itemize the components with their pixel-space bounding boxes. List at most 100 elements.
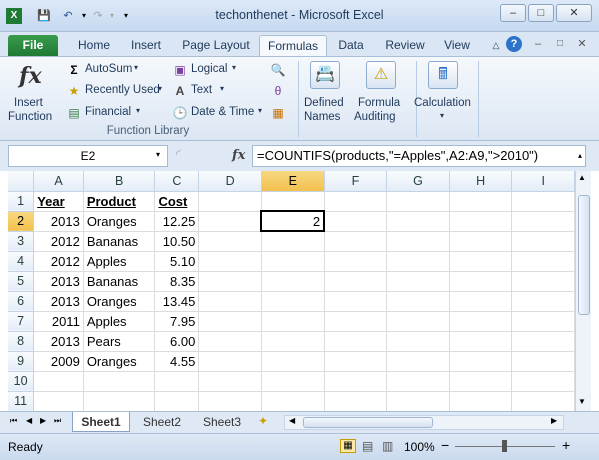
cell-i5[interactable]: [511, 271, 575, 292]
cell-e3[interactable]: [261, 231, 325, 252]
logical-button[interactable]: Logical: [191, 63, 227, 75]
financial-button[interactable]: Financial: [85, 106, 131, 118]
cell-d3[interactable]: [198, 231, 262, 252]
cell-d1[interactable]: [198, 191, 262, 212]
cell-b5[interactable]: Bananas: [83, 271, 156, 292]
cell-d10[interactable]: [198, 371, 262, 392]
zoom-out-button[interactable]: −: [441, 437, 449, 453]
cell-h4[interactable]: [449, 251, 513, 272]
column-header-e[interactable]: E: [261, 171, 325, 192]
row-header[interactable]: 10: [8, 371, 35, 392]
first-sheet-icon[interactable]: ⏮: [10, 416, 17, 426]
cell-f8[interactable]: [324, 331, 388, 352]
cell-d6[interactable]: [198, 291, 262, 312]
cell-d4[interactable]: [198, 251, 262, 272]
cell-h6[interactable]: [449, 291, 513, 312]
cell-c11[interactable]: [154, 391, 200, 411]
sheet-tab-sheet2[interactable]: Sheet2: [134, 412, 190, 432]
cell-c4[interactable]: 5.10: [154, 251, 200, 272]
cell-g11[interactable]: [386, 391, 450, 411]
cell-h10[interactable]: [449, 371, 513, 392]
zoom-level[interactable]: 100%: [404, 440, 435, 454]
cell-h11[interactable]: [449, 391, 513, 411]
column-header-b[interactable]: B: [83, 171, 156, 192]
tab-formulas[interactable]: Formulas: [259, 35, 327, 56]
tab-insert[interactable]: Insert: [122, 35, 170, 56]
column-header-d[interactable]: D: [198, 171, 262, 192]
scroll-down-icon[interactable]: ▼: [578, 397, 586, 406]
insert-function-button[interactable]: fx Insert Function: [6, 59, 56, 125]
cell-h7[interactable]: [449, 311, 513, 332]
cell-b11[interactable]: [83, 391, 156, 411]
insert-sheet-icon[interactable]: ✦: [258, 414, 268, 428]
cell-d8[interactable]: [198, 331, 262, 352]
cell-e1[interactable]: [261, 191, 325, 212]
cell-e4[interactable]: [261, 251, 325, 272]
row-header[interactable]: 3: [8, 231, 35, 252]
cell-f4[interactable]: [324, 251, 388, 272]
ribbon-close-icon[interactable]: ✕: [574, 36, 590, 52]
cell-a5[interactable]: 2013: [33, 271, 84, 292]
normal-view-icon[interactable]: ▦: [340, 439, 356, 453]
sheet-tab-sheet3[interactable]: Sheet3: [194, 412, 250, 432]
ribbon-restore-icon[interactable]: □: [552, 36, 568, 52]
help-icon[interactable]: ?: [506, 36, 522, 52]
formula-bar-grip-icon[interactable]: ◜: [176, 147, 181, 161]
cell-i4[interactable]: [511, 251, 575, 272]
column-header-a[interactable]: A: [33, 171, 84, 192]
cell-g6[interactable]: [386, 291, 450, 312]
lookup-reference-icon[interactable]: 🔍: [270, 62, 286, 78]
cell-b7[interactable]: Apples: [83, 311, 156, 332]
cell-e11[interactable]: [261, 391, 325, 411]
cell-a4[interactable]: 2012: [33, 251, 84, 272]
cell-g1[interactable]: [386, 191, 450, 212]
recently-used-button[interactable]: Recently Used: [85, 84, 160, 96]
cell-i1[interactable]: [511, 191, 575, 212]
cell-i9[interactable]: [511, 351, 575, 372]
cell-f7[interactable]: [324, 311, 388, 332]
cell-c5[interactable]: 8.35: [154, 271, 200, 292]
name-box-dropdown-icon[interactable]: ▾: [156, 150, 160, 159]
cell-g5[interactable]: [386, 271, 450, 292]
cell-b8[interactable]: Pears: [83, 331, 156, 352]
cell-g3[interactable]: [386, 231, 450, 252]
cell-c2[interactable]: 12.25: [154, 211, 200, 232]
row-header[interactable]: 1: [8, 191, 35, 212]
date-time-button[interactable]: Date & Time: [191, 106, 254, 118]
cell-d9[interactable]: [198, 351, 262, 372]
cell-e2[interactable]: 2: [260, 210, 326, 232]
cell-a2[interactable]: 2013: [33, 211, 84, 232]
cell-f1[interactable]: [324, 191, 388, 212]
cell-h2[interactable]: [449, 211, 513, 232]
row-header[interactable]: 2: [8, 211, 35, 232]
cell-c10[interactable]: [154, 371, 200, 392]
cell-i6[interactable]: [511, 291, 575, 312]
cell-b1[interactable]: Product: [83, 191, 156, 212]
maximize-button[interactable]: □: [528, 4, 554, 22]
text-dropdown-icon[interactable]: ▾: [220, 84, 224, 93]
cell-a7[interactable]: 2011: [33, 311, 84, 332]
autosum-dropdown-icon[interactable]: ▾: [134, 63, 138, 72]
cell-d7[interactable]: [198, 311, 262, 332]
cell-b3[interactable]: Bananas: [83, 231, 156, 252]
fx-button[interactable]: fx: [232, 148, 245, 163]
column-header-f[interactable]: F: [324, 171, 388, 192]
math-trig-icon[interactable]: θ: [270, 83, 286, 99]
tab-review[interactable]: Review: [380, 35, 430, 56]
tab-file[interactable]: File: [8, 35, 58, 56]
cell-g10[interactable]: [386, 371, 450, 392]
zoom-slider-thumb[interactable]: [502, 440, 507, 452]
cell-i7[interactable]: [511, 311, 575, 332]
vertical-scrollbar[interactable]: ▲ ▼: [575, 171, 591, 411]
cell-a6[interactable]: 2013: [33, 291, 84, 312]
cell-c6[interactable]: 13.45: [154, 291, 200, 312]
cell-b9[interactable]: Oranges: [83, 351, 156, 372]
financial-dropdown-icon[interactable]: ▾: [136, 106, 140, 115]
cell-g7[interactable]: [386, 311, 450, 332]
cell-b2[interactable]: Oranges: [83, 211, 156, 232]
cell-d11[interactable]: [198, 391, 262, 411]
horizontal-scrollbar[interactable]: ◀ ▶: [284, 415, 564, 430]
cell-c7[interactable]: 7.95: [154, 311, 200, 332]
cell-d2[interactable]: [198, 211, 262, 232]
cell-e10[interactable]: [261, 371, 325, 392]
